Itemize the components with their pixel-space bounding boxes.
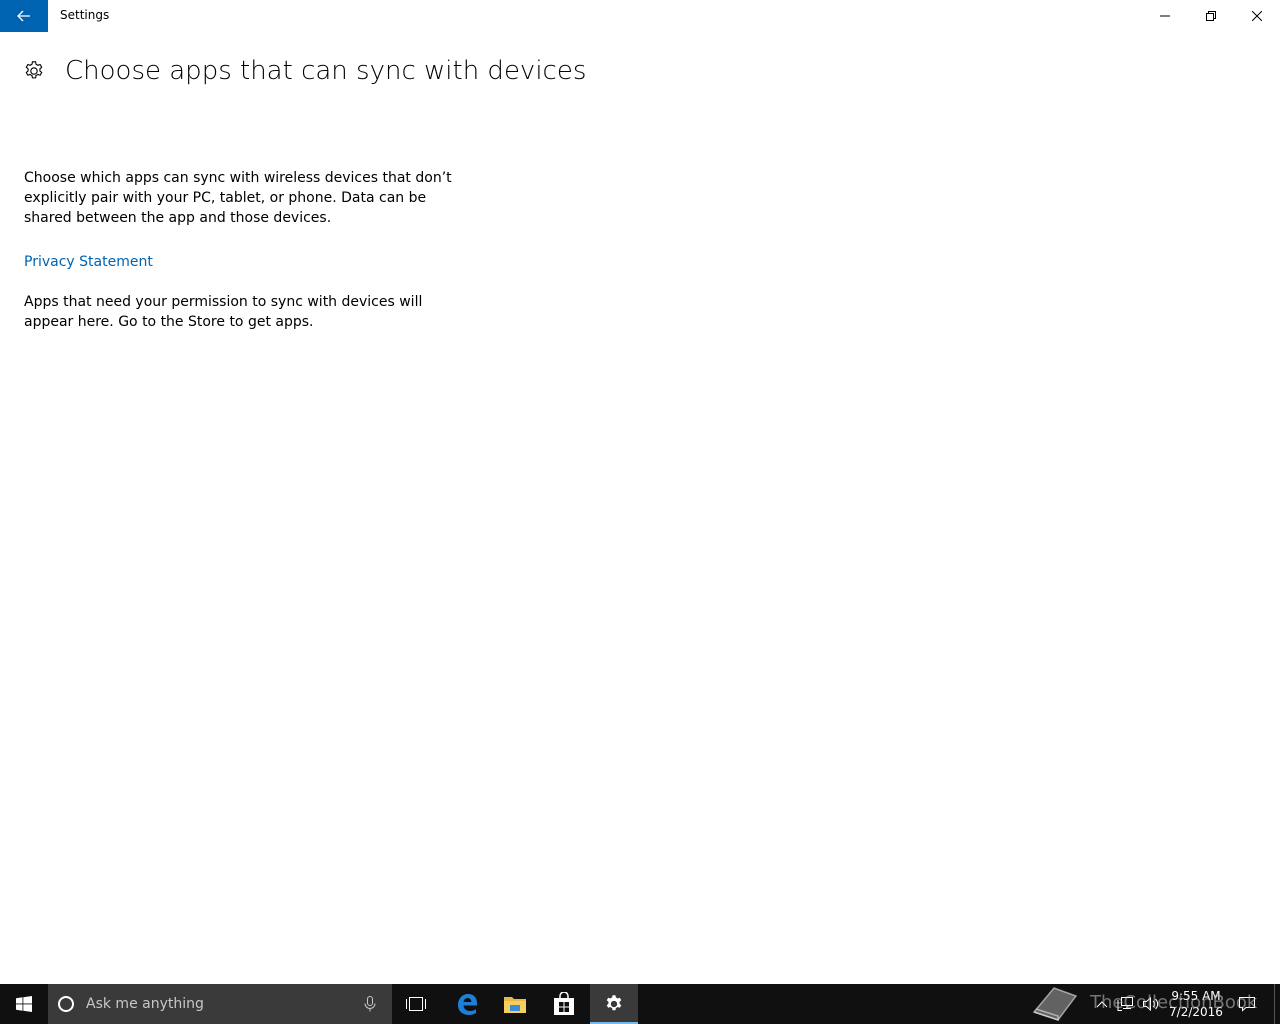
- empty-apps-message: Apps that need your permission to sync w…: [24, 294, 423, 330]
- clock-time: 9:55 AM: [1171, 989, 1221, 1003]
- page-header: Choose apps that can sync with devices: [22, 56, 586, 86]
- microphone-icon[interactable]: [358, 992, 382, 1016]
- chevron-up-icon[interactable]: [1092, 984, 1112, 1024]
- show-desktop-button[interactable]: [1274, 984, 1280, 1024]
- gear-icon: [606, 995, 622, 1011]
- file-explorer-icon[interactable]: [491, 984, 539, 1024]
- start-button[interactable]: [0, 984, 48, 1024]
- action-center-icon[interactable]: [1234, 984, 1260, 1024]
- page-content: Choose which apps can sync with wireless…: [24, 168, 464, 332]
- settings-window: Settings Choose apps that can sync with …: [0, 0, 1280, 984]
- settings-taskbar-icon[interactable]: [590, 984, 638, 1024]
- search-input[interactable]: Ask me anything: [48, 984, 392, 1024]
- clock[interactable]: 9:55 AM 7/2/2016: [1164, 988, 1228, 1020]
- cortana-icon: [58, 996, 74, 1012]
- network-icon[interactable]: [1114, 984, 1136, 1024]
- windows-logo-icon: [16, 996, 32, 1012]
- minimize-icon: [1160, 15, 1170, 17]
- window-title: Settings: [60, 8, 110, 22]
- description-text: Choose which apps can sync with wireless…: [24, 170, 452, 226]
- taskbar: Ask me anything 9:55 AM 7/2/2016: [0, 984, 1280, 1024]
- restore-icon: [1206, 11, 1216, 21]
- clock-date: 7/2/2016: [1169, 1005, 1223, 1019]
- privacy-statement-link[interactable]: Privacy Statement: [24, 252, 153, 272]
- gear-icon: [22, 59, 46, 83]
- search-placeholder: Ask me anything: [86, 996, 204, 1012]
- close-button[interactable]: [1234, 0, 1280, 32]
- minimize-button[interactable]: [1142, 0, 1188, 32]
- arrow-left-icon: [17, 10, 30, 22]
- page-title: Choose apps that can sync with devices: [65, 56, 587, 86]
- back-button[interactable]: [0, 0, 48, 32]
- title-bar: Settings: [0, 0, 1280, 32]
- volume-icon[interactable]: [1140, 984, 1162, 1024]
- restore-button[interactable]: [1188, 0, 1234, 32]
- task-view-icon[interactable]: [392, 984, 440, 1024]
- edge-browser-icon[interactable]: [443, 984, 491, 1024]
- close-icon: [1252, 11, 1262, 21]
- store-icon[interactable]: [540, 984, 588, 1024]
